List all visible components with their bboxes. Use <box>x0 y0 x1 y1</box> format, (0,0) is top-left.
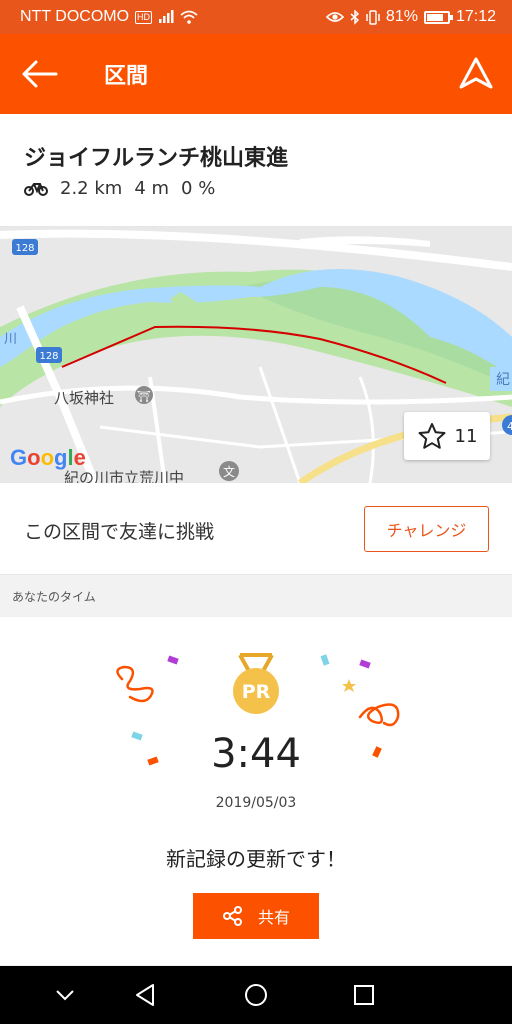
segment-grade: 0 % <box>181 178 216 199</box>
section-label: あなたのタイム <box>12 590 96 604</box>
star-count: 11 <box>454 425 478 447</box>
square-recents-icon <box>354 985 374 1005</box>
navigation-icon <box>459 57 493 89</box>
new-record-message: 新記録の更新です！ <box>166 847 346 871</box>
school-marker: 文 <box>223 464 235 479</box>
app-bar: 区間 <box>0 34 512 114</box>
your-time-card: PR 3:44 2019/05/03 新記録の更新です！ 共有 <box>0 617 512 965</box>
segment-map[interactable]: 128 128 川 紀 ⛩ 八坂神社 紀の川市立荒川中 文 4 Google 1… <box>0 227 512 483</box>
segment-elevation: 4 m <box>134 178 170 199</box>
school-label: 紀の川市立荒川中 <box>64 469 184 483</box>
home-button[interactable] <box>241 980 271 1010</box>
triangle-back-icon <box>136 984 154 1006</box>
wifi-icon <box>180 10 198 24</box>
hide-nav-button[interactable] <box>50 980 80 1010</box>
clock: 17:12 <box>455 8 496 25</box>
challenge-text: この区間で友達に挑戦 <box>24 521 215 543</box>
system-back-button[interactable] <box>131 980 161 1010</box>
google-logo-text: Google <box>10 445 86 470</box>
recents-button[interactable] <box>349 980 379 1010</box>
navigate-button[interactable] <box>456 54 496 94</box>
segment-stats: 2.2 km 4 m 0 % <box>24 178 215 199</box>
arrow-left-icon <box>22 60 58 88</box>
medal-label: PR <box>242 681 271 703</box>
battery-percent: 81% <box>385 8 418 25</box>
status-bar: NTT DOCOMO HD 81% 17:12 <box>0 0 512 34</box>
signal-icon <box>159 10 174 23</box>
road-shield-label: 128 <box>15 243 34 254</box>
google-logo: Google <box>10 445 86 471</box>
share-button[interactable]: 共有 <box>193 893 319 939</box>
network-badge: HD <box>135 10 153 24</box>
river-label: 川 <box>4 332 17 347</box>
carrier-name: NTT DOCOMO <box>20 8 130 25</box>
edge-shield-label: 4 <box>507 420 512 433</box>
vibrate-icon <box>366 9 380 25</box>
star-icon <box>418 423 446 449</box>
back-button[interactable] <box>18 54 62 94</box>
circle-home-icon <box>245 984 267 1006</box>
challenge-row: この区間で友達に挑戦 チャレンジ <box>0 483 512 575</box>
segment-header: ジョイフルランチ桃山東進 2.2 km 4 m 0 % <box>0 114 512 227</box>
shrine-label: 八坂神社 <box>54 389 114 407</box>
area-label: 紀 <box>496 372 510 388</box>
share-label: 共有 <box>257 908 290 927</box>
share-icon <box>222 906 242 926</box>
challenge-button[interactable]: チャレンジ <box>364 506 489 552</box>
shrine-marker: ⛩ <box>137 390 151 403</box>
system-nav-bar <box>0 966 512 1024</box>
bike-icon <box>24 182 48 196</box>
screen: NTT DOCOMO HD 81% 17:12 区間 ジョイフルランチ桃山東進 … <box>0 0 512 1024</box>
chevron-down-icon <box>56 990 74 1001</box>
bluetooth-icon <box>350 9 360 25</box>
segment-distance: 2.2 km <box>60 178 123 199</box>
battery-level-fill <box>426 13 444 21</box>
star-segment-button[interactable]: 11 <box>404 412 490 460</box>
road-shield-label: 128 <box>39 351 58 362</box>
best-time-date: 2019/05/03 <box>215 795 297 811</box>
best-time: 3:44 <box>211 731 301 777</box>
battery-icon <box>423 10 453 24</box>
page-title: 区間 <box>104 64 149 89</box>
pr-medal-icon: PR <box>232 653 280 717</box>
segment-name: ジョイフルランチ桃山東進 <box>24 146 289 171</box>
eye-icon <box>325 12 344 22</box>
